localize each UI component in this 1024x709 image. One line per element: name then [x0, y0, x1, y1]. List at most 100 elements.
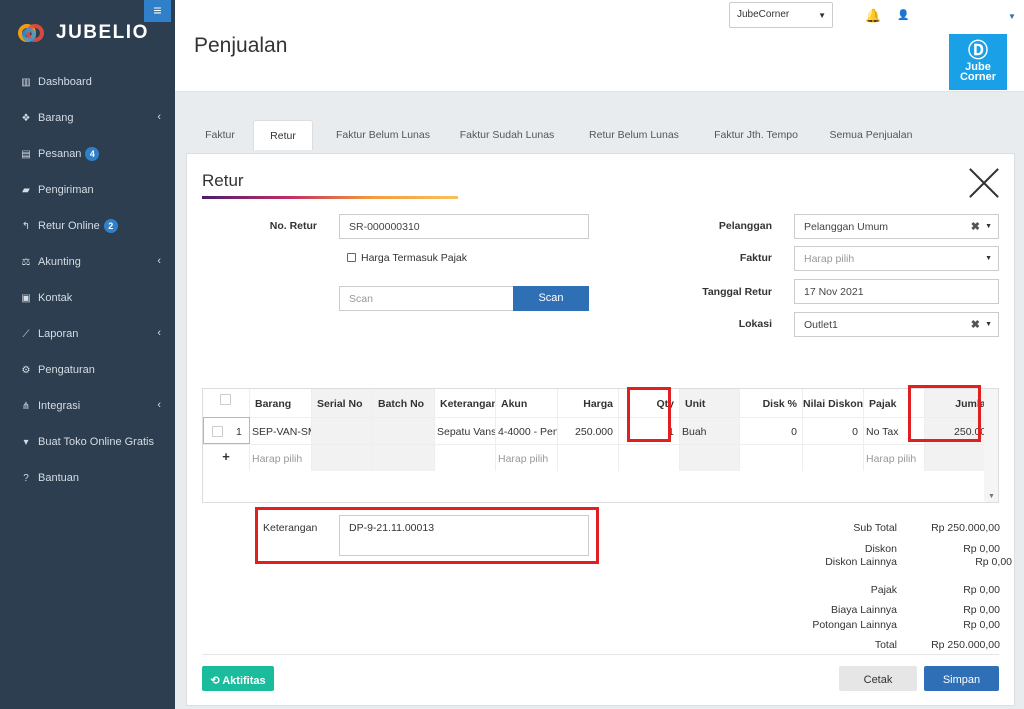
new-row-cell[interactable]: [373, 444, 435, 471]
scan-button[interactable]: Scan: [513, 286, 589, 311]
sidebar-item-laporan[interactable]: ⟋ Laporan ‹: [0, 316, 175, 352]
top-bar: Penjualan JubeCorner ▼ 🔔 👤 ▼ Ⓓ Jube Corner: [175, 0, 1024, 92]
sidebar-item-akunting[interactable]: ⚖ Akunting ‹: [0, 244, 175, 280]
store-select-value: JubeCorner: [737, 9, 790, 20]
new-row-cell[interactable]: Harap pilih: [864, 444, 925, 471]
store-logo: Ⓓ Jube Corner: [949, 34, 1007, 90]
chevron-left-icon: ‹: [157, 111, 161, 123]
sidebar-item-kontak[interactable]: ▣ Kontak: [0, 280, 175, 316]
close-icon[interactable]: [968, 167, 1000, 199]
column-header-nilai-diskon[interactable]: Nilai Diskon: [803, 389, 864, 417]
sub-total-value: Rp 250.000,00: [931, 522, 1000, 534]
balance-scale-icon: ⚖: [21, 256, 31, 268]
add-row-icon[interactable]: +: [203, 444, 250, 471]
jumlah-highlight: [908, 385, 981, 442]
new-row-cell[interactable]: [803, 444, 864, 471]
pelanggan-label: Pelanggan: [718, 220, 772, 232]
harga-pajak-label: Harga Termasuk Pajak: [361, 252, 468, 264]
sidebar-item-pesanan[interactable]: ▤ Pesanan 4: [0, 136, 175, 172]
no-retur-input[interactable]: SR-000000310: [339, 214, 589, 239]
reply-icon: ↰: [21, 220, 31, 232]
tab-faktur-sudah-lunas[interactable]: Faktur Sudah Lunas: [454, 120, 560, 150]
clear-icon[interactable]: ✖: [971, 318, 980, 331]
new-row-cell[interactable]: Harap pilih: [250, 444, 312, 471]
cell-disk-[interactable]: 0: [740, 417, 803, 444]
new-row-cell[interactable]: [619, 444, 680, 471]
column-header-keterangan[interactable]: Keterangan: [435, 389, 496, 417]
faktur-select[interactable]: Harap pilih ▼: [794, 246, 999, 271]
bell-icon[interactable]: 🔔: [865, 8, 881, 24]
tab-retur[interactable]: Retur: [253, 120, 313, 150]
sidebar-item-bantuan[interactable]: ? Bantuan: [0, 460, 175, 496]
pajak-value: Rp 0,00: [963, 584, 1000, 596]
column-header-disk-[interactable]: Disk %: [740, 389, 803, 417]
tab-retur-belum-lunas[interactable]: Retur Belum Lunas: [581, 120, 687, 150]
cell-nilai-diskon[interactable]: 0: [803, 417, 864, 444]
sidebar-item-label: Kontak: [38, 292, 73, 304]
cell-unit[interactable]: Buah: [680, 417, 740, 444]
user-menu-caret-icon[interactable]: ▼: [1008, 12, 1016, 21]
chevron-left-icon: ‹: [157, 255, 161, 267]
new-row-cell[interactable]: Harap pilih: [496, 444, 558, 471]
new-row-cell[interactable]: [680, 444, 740, 471]
column-header-unit[interactable]: Unit: [680, 389, 740, 417]
harga-pajak-checkbox[interactable]: [347, 253, 356, 262]
grid-scrollbar[interactable]: ▼: [984, 389, 998, 502]
cell-serial-no[interactable]: [312, 417, 373, 444]
row-checkbox[interactable]: [212, 426, 223, 437]
tab-faktur-jth-tempo[interactable]: Faktur Jth. Tempo: [705, 120, 807, 150]
column-header-batch-no[interactable]: Batch No: [373, 389, 435, 417]
sidebar-item-dashboard[interactable]: ▥ Dashboard: [0, 64, 175, 100]
new-row-cell[interactable]: [312, 444, 373, 471]
new-row-cell[interactable]: [435, 444, 496, 471]
title-underline: [202, 196, 458, 199]
tab-faktur[interactable]: Faktur: [189, 120, 251, 150]
cell-keterangan[interactable]: Sepatu Vans: [435, 417, 496, 444]
new-row-cell[interactable]: [558, 444, 619, 471]
select-all-checkbox[interactable]: [220, 394, 231, 405]
sidebar-item-label: Pengiriman: [38, 184, 94, 196]
sidebar-item-pengaturan[interactable]: ⚙ Pengaturan: [0, 352, 175, 388]
caret-down-icon: ▼: [818, 11, 826, 20]
lokasi-label: Lokasi: [738, 318, 772, 330]
total-label: Total: [874, 639, 897, 651]
pelanggan-select[interactable]: Pelanggan Umum ✖ ▼: [794, 214, 999, 239]
clear-icon[interactable]: ✖: [971, 220, 980, 233]
cell-batch-no[interactable]: [373, 417, 435, 444]
lokasi-select[interactable]: Outlet1 ✖ ▼: [794, 312, 999, 337]
tab-semua-penjualan[interactable]: Semua Penjualan: [819, 120, 923, 150]
cetak-button[interactable]: Cetak: [839, 666, 917, 691]
column-header-serial-no[interactable]: Serial No: [312, 389, 373, 417]
scan-input[interactable]: Scan: [339, 286, 514, 311]
biaya-value: Rp 0,00: [963, 604, 1000, 616]
cell-harga[interactable]: 250.000: [558, 417, 619, 444]
question-icon: ?: [23, 472, 29, 484]
cell-barang[interactable]: SEP-VAN-SM: [250, 417, 312, 444]
items-grid: Barang Serial No Batch No Keterangan Akun Har…: [202, 388, 999, 503]
row-select-cell[interactable]: 1: [203, 417, 250, 444]
cell-akun[interactable]: 4-4000 - Penjualan: [496, 417, 558, 444]
jubelio-logo-icon: [18, 22, 50, 44]
tanggal-input[interactable]: 17 Nov 2021: [794, 279, 999, 304]
potongan-label: Potongan Lainnya: [812, 619, 897, 631]
user-icon[interactable]: 👤: [897, 10, 909, 21]
sidebar-item-pengiriman[interactable]: ▰ Pengiriman: [0, 172, 175, 208]
brand-logo[interactable]: JUBELIO: [18, 20, 149, 46]
footer-divider: [202, 654, 999, 655]
aktifitas-button[interactable]: ⟲ Aktifitas: [202, 666, 274, 691]
column-header-harga[interactable]: Harga: [558, 389, 619, 417]
column-header-akun[interactable]: Akun: [496, 389, 558, 417]
sidebar-item-buat-toko-online-gratis[interactable]: ▾ Buat Toko Online Gratis: [0, 424, 175, 460]
sidebar-item-integrasi[interactable]: ⋔ Integrasi ‹: [0, 388, 175, 424]
store-select[interactable]: JubeCorner ▼: [729, 2, 833, 28]
sidebar-item-label: Dashboard: [38, 76, 92, 88]
sidebar-item-retur-online[interactable]: ↰ Retur Online 2: [0, 208, 175, 244]
sidebar-item-label: Buat Toko Online Gratis: [38, 436, 154, 448]
simpan-button[interactable]: Simpan: [924, 666, 999, 691]
sidebar-item-barang[interactable]: ❖ Barang ‹: [0, 100, 175, 136]
scroll-down-icon[interactable]: ▼: [988, 493, 995, 500]
menu-toggle-icon[interactable]: ≡: [144, 0, 171, 22]
column-header-barang[interactable]: Barang: [250, 389, 312, 417]
new-row-cell[interactable]: [740, 444, 803, 471]
tab-faktur-belum-lunas[interactable]: Faktur Belum Lunas: [325, 120, 441, 150]
